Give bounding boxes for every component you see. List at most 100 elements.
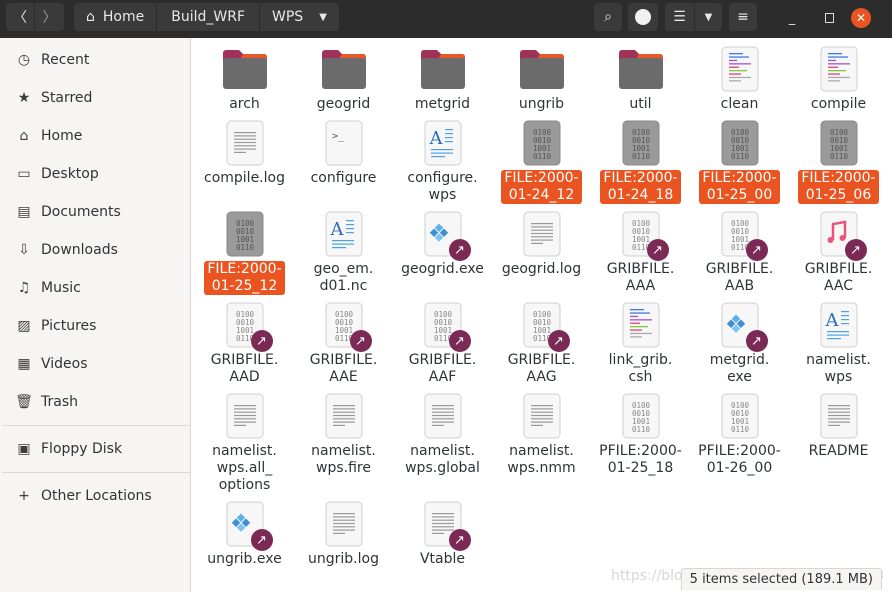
file-item[interactable]: link_grib. csh <box>591 301 690 392</box>
file-item[interactable]: namelist. wps.all_ options <box>195 392 294 500</box>
file-item[interactable]: ↗ ungrib.exe <box>195 500 294 574</box>
file-item[interactable]: 0100 0010 1001 0110 ↗ GRIBFILE. AAE <box>294 301 393 392</box>
file-name-line: AAD <box>229 369 260 385</box>
file-name: geogrid.log <box>499 261 584 278</box>
file-item[interactable]: 0100 0010 1001 0110 ↗ GRIBFILE. AAD <box>195 301 294 392</box>
file-item[interactable]: ↗ GRIBFILE. AAC <box>789 210 888 301</box>
file-item[interactable]: 0100 0010 1001 0110 ↗ GRIBFILE. AAA <box>591 210 690 301</box>
list-view-icon: ☰ <box>673 9 686 25</box>
file-name-line: wps.all_ <box>216 460 273 476</box>
file-item[interactable]: 0100 0010 1001 0110 PFILE:2000- 01-26_00 <box>690 392 789 483</box>
file-item[interactable]: 0100 0010 1001 0110 FILE:2000- 01-25_00 <box>690 119 789 210</box>
file-item[interactable]: Aconfigure. wps <box>393 119 492 210</box>
search-button[interactable]: ⌕ <box>594 3 622 31</box>
close-button[interactable]: ✕ <box>851 8 871 28</box>
view-options-button[interactable]: ▼ <box>695 3 722 31</box>
file-item[interactable]: README <box>789 392 888 466</box>
file-item[interactable]: 0100 0010 1001 0110 PFILE:2000- 01-25_18 <box>591 392 690 483</box>
breadcrumb-build-wrf[interactable]: Build_WRF <box>157 3 261 31</box>
file-name-line: wps.nmm <box>507 460 576 476</box>
forward-button[interactable]: 〉 <box>35 3 64 31</box>
file-name: namelist. wps.fire <box>308 443 379 477</box>
sidebar-item-label: Pictures <box>41 318 97 334</box>
sidebar-item-home[interactable]: ⌂ Home <box>0 117 190 155</box>
file-item[interactable]: 0100 0010 1001 0110 FILE:2000- 01-24_18 <box>591 119 690 210</box>
document-file-icon: A <box>320 210 368 258</box>
file-name-line: 01-25_00 <box>706 187 773 203</box>
desktop-icon: ▭ <box>17 166 31 182</box>
sidebar-item-music[interactable]: ♫ Music <box>0 269 190 307</box>
file-name-line: compile.log <box>204 170 285 186</box>
file-item[interactable]: ↗ Vtable <box>393 500 492 574</box>
sidebar-item-pictures[interactable]: ▨ Pictures <box>0 307 190 345</box>
sidebar-item-trash[interactable]: 🗑 Trash <box>0 383 190 421</box>
file-name: GRIBFILE. AAF <box>406 352 480 386</box>
maximize-icon <box>824 13 834 23</box>
file-item[interactable]: 0100 0010 1001 0110 ↗ GRIBFILE. AAG <box>492 301 591 392</box>
file-item[interactable]: arch <box>195 45 294 119</box>
file-name: configure <box>308 170 380 187</box>
file-name-line: 01-25_06 <box>805 187 872 203</box>
file-item[interactable]: namelist. wps.nmm <box>492 392 591 483</box>
file-item[interactable]: namelist. wps.global <box>393 392 492 483</box>
sidebar-item-starred[interactable]: ★ Starred <box>0 79 190 117</box>
binary-file-icon: 0100 0010 1001 0110 <box>815 119 863 167</box>
file-item[interactable]: geogrid.log <box>492 210 591 284</box>
file-name-line: GRIBFILE. <box>309 352 378 368</box>
file-item[interactable]: namelist. wps.fire <box>294 392 393 483</box>
symlink-icon: ↗ <box>547 330 570 352</box>
file-name-line: util <box>629 96 652 112</box>
file-item[interactable]: Anamelist. wps <box>789 301 888 392</box>
sidebar-item-documents[interactable]: ▤ Documents <box>0 193 190 231</box>
file-name-line: geo_em. <box>313 261 374 277</box>
file-item[interactable]: >_ configure <box>294 119 393 193</box>
file-item[interactable]: ↗ geogrid.exe <box>393 210 492 284</box>
sidebar-item-other-locations[interactable]: + Other Locations <box>0 477 190 515</box>
file-name-line: metgrid <box>414 96 471 112</box>
file-name-line: 01-24_18 <box>607 187 674 203</box>
file-item[interactable]: ungrib.log <box>294 500 393 574</box>
file-item[interactable]: clean <box>690 45 789 119</box>
menu-button[interactable]: ≡ <box>729 3 757 31</box>
binary-file-icon: 0100 0010 1001 0110 <box>716 392 764 440</box>
back-button[interactable]: 〈 <box>6 3 34 31</box>
svg-text:A: A <box>428 128 443 149</box>
executable-file-icon: ↗ <box>419 210 471 261</box>
file-name: FILE:2000- 01-25_06 <box>798 170 879 204</box>
file-item[interactable]: 0100 0010 1001 0110 ↗ GRIBFILE. AAB <box>690 210 789 301</box>
breadcrumb-home[interactable]: ⌂ Home <box>74 3 158 31</box>
file-item[interactable]: Ageo_em. d01.nc <box>294 210 393 301</box>
svg-text:A: A <box>824 310 839 331</box>
sidebar-item-downloads[interactable]: ⇩ Downloads <box>0 231 190 269</box>
file-item[interactable]: util <box>591 45 690 119</box>
file-item[interactable]: metgrid <box>393 45 492 119</box>
file-name: FILE:2000- 01-24_12 <box>501 170 582 204</box>
options-button[interactable] <box>628 3 658 31</box>
file-item[interactable]: ungrib <box>492 45 591 119</box>
file-item[interactable]: 0100 0010 1001 0110 FILE:2000- 01-25_06 <box>789 119 888 210</box>
file-name: GRIBFILE. AAD <box>208 352 282 386</box>
sidebar-item-recent[interactable]: ◷ Recent <box>0 41 190 79</box>
file-item[interactable]: compile <box>789 45 888 119</box>
file-name-line: GRIBFILE. <box>804 261 873 277</box>
file-item[interactable]: 0100 0010 1001 0110 ↗ GRIBFILE. AAF <box>393 301 492 392</box>
file-grid: arch geogrid metgrid ungrib util clean compile… <box>195 45 892 574</box>
file-name-line: AAG <box>526 369 557 385</box>
breadcrumb-wps[interactable]: WPS ▼ <box>260 3 339 31</box>
file-item[interactable]: geogrid <box>294 45 393 119</box>
file-item[interactable]: 0100 0010 1001 0110 FILE:2000- 01-25_12 <box>195 210 294 301</box>
sidebar-item-videos[interactable]: ▦ Videos <box>0 345 190 383</box>
minimize-button[interactable]: _ <box>782 8 802 28</box>
file-item[interactable]: 0100 0010 1001 0110 FILE:2000- 01-24_12 <box>492 119 591 210</box>
sidebar-item-desktop[interactable]: ▭ Desktop <box>0 155 190 193</box>
sidebar-item-label: Downloads <box>41 242 118 258</box>
sidebar-item-label: Documents <box>41 204 121 220</box>
svg-text:0110: 0110 <box>532 152 551 161</box>
sidebar-item-floppy-disk[interactable]: ▣ Floppy Disk <box>0 430 190 468</box>
view-toggle-button[interactable]: ☰ <box>665 3 694 31</box>
sidebar-item-label: Starred <box>41 90 93 106</box>
file-item[interactable]: ↗ metgrid. exe <box>690 301 789 392</box>
file-name-line: d01.nc <box>319 278 368 294</box>
maximize-button[interactable] <box>819 8 839 28</box>
file-item[interactable]: compile.log <box>195 119 294 193</box>
